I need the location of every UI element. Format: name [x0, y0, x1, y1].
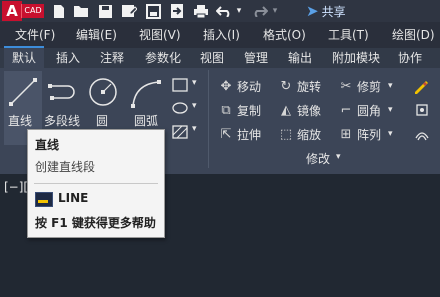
save-as-icon[interactable] — [120, 2, 138, 20]
tab-parametric[interactable]: 参数化 — [140, 48, 186, 68]
copy-icon: ⧉ — [221, 102, 231, 118]
ellipse-icon[interactable] — [172, 102, 188, 114]
tab-view[interactable]: 视图 — [194, 48, 230, 68]
menu-tools[interactable]: 工具(T) — [328, 26, 369, 43]
menu-draw[interactable]: 绘图(D) — [392, 26, 435, 43]
share-icon: ➤ — [306, 2, 319, 20]
viewport-controls[interactable]: [−][ — [4, 180, 28, 194]
circle-icon[interactable] — [87, 76, 119, 108]
tab-manage[interactable]: 管理 — [238, 48, 274, 68]
trim-icon: ✂ — [340, 78, 352, 94]
line-tooltip: 直线 创建直线段 LINE 按 F1 键获得更多帮助 — [27, 129, 165, 238]
circle-label[interactable]: 圆 — [96, 112, 108, 129]
hatch-icon[interactable] — [172, 125, 188, 139]
tab-collaborate[interactable]: 协作 — [392, 48, 428, 68]
stretch-label: 拉伸 — [237, 127, 262, 142]
undo-dropdown-icon[interactable]: ▾ — [234, 2, 244, 20]
scale-icon: ⬚ — [279, 126, 293, 142]
trim-label: 修剪 — [357, 79, 382, 94]
redo-icon[interactable] — [252, 2, 268, 20]
tooltip-command: LINE — [58, 191, 89, 205]
panel-separator — [208, 70, 209, 168]
save-icon[interactable] — [96, 2, 114, 20]
tab-addins[interactable]: 附加模块 — [326, 48, 386, 68]
stretch-button[interactable]: ⇱ 拉伸 — [218, 124, 261, 144]
ellipse-dropdown-icon[interactable]: ▾ — [192, 101, 197, 111]
line-label[interactable]: 直线 — [8, 112, 32, 129]
tooltip-divider — [34, 183, 158, 184]
menu-edit[interactable]: 编辑(E) — [76, 26, 117, 43]
app-logo[interactable]: A CAD — [2, 1, 44, 21]
plot-save-icon[interactable] — [144, 2, 162, 20]
rotate-icon: ↻ — [280, 78, 292, 94]
stretch-icon: ⇱ — [220, 126, 232, 142]
menu-view[interactable]: 视图(V) — [139, 26, 181, 43]
rectangle-icon[interactable] — [172, 78, 188, 92]
move-icon: ✥ — [220, 78, 232, 94]
copy-button[interactable]: ⧉ 复制 — [218, 100, 261, 120]
print-icon[interactable] — [192, 2, 210, 20]
move-button[interactable]: ✥ 移动 — [218, 76, 261, 96]
mirror-label: 镜像 — [297, 103, 322, 118]
tooltip-help: 按 F1 键获得更多帮助 — [35, 216, 156, 230]
rotate-label: 旋转 — [297, 79, 322, 94]
fillet-button[interactable]: ⌐ 圆角 ▾ — [338, 100, 393, 120]
tab-insert[interactable]: 插入 — [50, 48, 86, 68]
tooltip-description: 创建直线段 — [35, 160, 96, 174]
tab-default[interactable]: 默认 — [4, 46, 44, 70]
menu-format[interactable]: 格式(O) — [263, 26, 306, 43]
import-icon[interactable] — [168, 2, 186, 20]
explode-icon[interactable] — [414, 102, 430, 118]
tab-annotate[interactable]: 注释 — [94, 48, 130, 68]
line-icon[interactable] — [7, 76, 39, 108]
new-file-icon[interactable] — [50, 2, 68, 20]
rotate-button[interactable]: ↻ 旋转 — [278, 76, 321, 96]
modify-panel-title[interactable]: 修改 — [306, 150, 330, 167]
scale-label: 缩放 — [297, 127, 322, 142]
redo-dropdown-icon[interactable]: ▾ — [270, 2, 280, 20]
rectangle-dropdown-icon[interactable]: ▾ — [192, 78, 197, 88]
share-label: 共享 — [321, 4, 346, 19]
logo-letter: A — [2, 1, 22, 21]
erase-icon[interactable] — [412, 78, 430, 94]
copy-label: 复制 — [237, 103, 262, 118]
hatch-dropdown-icon[interactable]: ▾ — [192, 124, 197, 134]
trim-button[interactable]: ✂ 修剪 ▾ — [338, 76, 393, 96]
menu-insert[interactable]: 插入(I) — [203, 26, 240, 43]
command-line-icon — [35, 192, 53, 207]
fillet-dropdown-icon[interactable]: ▾ — [388, 105, 393, 115]
array-icon: ⊞ — [340, 126, 352, 142]
array-label: 阵列 — [357, 127, 382, 142]
tab-output[interactable]: 输出 — [282, 48, 318, 68]
tooltip-title: 直线 — [35, 138, 60, 152]
polyline-label[interactable]: 多段线 — [44, 112, 80, 129]
undo-icon[interactable] — [216, 2, 232, 20]
menu-file[interactable]: 文件(F) — [15, 26, 55, 43]
fillet-label: 圆角 — [357, 103, 382, 118]
array-dropdown-icon[interactable]: ▾ — [388, 129, 393, 139]
array-button[interactable]: ⊞ 阵列 ▾ — [338, 124, 393, 144]
arc-label[interactable]: 圆弧 — [134, 112, 158, 129]
polyline-icon[interactable] — [46, 80, 82, 106]
mirror-button[interactable]: ◭ 镜像 — [278, 100, 321, 120]
logo-suffix: CAD — [21, 4, 44, 18]
scale-button[interactable]: ⬚ 缩放 — [278, 124, 321, 144]
mirror-icon: ◭ — [281, 102, 291, 118]
modify-panel-dropdown-icon[interactable]: ▾ — [336, 152, 341, 162]
move-label: 移动 — [237, 79, 262, 94]
open-folder-icon[interactable] — [72, 2, 90, 20]
share-button[interactable]: ➤ 共享 — [306, 2, 346, 20]
fillet-icon: ⌐ — [340, 102, 352, 118]
offset-icon[interactable] — [414, 126, 430, 142]
trim-dropdown-icon[interactable]: ▾ — [388, 81, 393, 91]
arc-icon[interactable] — [129, 78, 163, 108]
